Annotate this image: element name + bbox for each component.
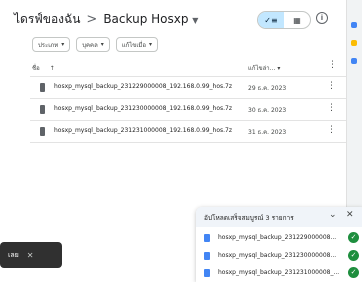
breadcrumb-root[interactable]: ไดรฟ์ของฉัน xyxy=(14,10,80,29)
chevron-down-icon: ▾ xyxy=(61,41,65,48)
more-options-icon[interactable]: ⋮ xyxy=(327,125,336,135)
check-icon: ✓ xyxy=(348,267,359,278)
upload-file-name: hosxp_mysql_backup_231229000008... xyxy=(218,234,337,241)
calendar-icon[interactable] xyxy=(351,22,357,28)
more-options-icon[interactable]: ⋮ xyxy=(327,103,336,113)
breadcrumb: ไดรฟ์ของฉัน > Backup Hosxp ▼ xyxy=(14,10,198,28)
grid-view-button[interactable]: ▦ xyxy=(284,12,310,28)
file-icon xyxy=(40,105,45,114)
upload-panel-title: อัปโหลดเสร็จสมบูรณ์ 3 รายการ xyxy=(204,214,294,222)
sort-arrow-icon[interactable]: ↑ xyxy=(50,65,55,72)
upload-file-name: hosxp_mysql_backup_231230000008... xyxy=(218,252,337,259)
snackbar-text: เลย xyxy=(8,250,19,259)
info-icon[interactable]: i xyxy=(316,12,328,24)
view-toggle: ✓≡ ▦ xyxy=(257,11,311,29)
chevron-down-icon: ▾ xyxy=(277,65,281,72)
list-item[interactable]: hosxp_mysql_backup_231231000008_... ✓ xyxy=(196,264,362,282)
file-name: hosxp_mysql_backup_231229000008_192.168.… xyxy=(54,83,233,90)
list-view-button[interactable]: ✓≡ xyxy=(258,12,284,28)
column-header-modified-label: แก้ไขล่า... xyxy=(248,65,276,72)
column-header-name[interactable]: ชื่อ ↑ xyxy=(32,63,55,73)
file-icon xyxy=(204,269,210,277)
tasks-icon[interactable] xyxy=(351,58,357,64)
file-modified-date: 29 ธ.ค. 2023 xyxy=(248,85,287,92)
filter-chip-label: ประเภท xyxy=(38,41,59,49)
list-item[interactable]: hosxp_mysql_backup_231230000008... ✓ xyxy=(196,247,362,265)
file-list: hosxp_mysql_backup_231229000008_192.168.… xyxy=(30,76,346,143)
filter-chip-modified[interactable]: แก้ไขเมื่อ ▾ xyxy=(115,37,159,52)
close-icon[interactable]: ✕ xyxy=(346,210,354,220)
list-item[interactable]: hosxp_mysql_backup_231229000008... ✓ xyxy=(196,229,362,247)
filter-chip-people[interactable]: บุคคล ▾ xyxy=(76,37,110,52)
breadcrumb-separator-icon: > xyxy=(86,11,98,27)
check-icon: ✓ xyxy=(348,250,359,261)
table-row[interactable]: hosxp_mysql_backup_231229000008_192.168.… xyxy=(30,76,346,98)
grid-view-icon: ▦ xyxy=(293,15,301,25)
list-view-icon: ✓≡ xyxy=(264,15,278,25)
column-header-name-label: ชื่อ xyxy=(32,65,40,72)
column-header-modified[interactable]: แก้ไขล่า... ▾ xyxy=(248,63,280,73)
upload-panel-header: อัปโหลดเสร็จสมบูรณ์ 3 รายการ ⌄ ✕ xyxy=(196,207,362,227)
file-name: hosxp_mysql_backup_231230000008_192.168.… xyxy=(54,105,233,112)
snackbar: เลย ✕ xyxy=(0,242,62,268)
close-icon[interactable]: ✕ xyxy=(27,251,34,260)
file-modified-date: 30 ธ.ค. 2023 xyxy=(248,107,287,114)
table-row[interactable]: hosxp_mysql_backup_231230000008_192.168.… xyxy=(30,98,346,120)
folder-title: Backup Hosxp xyxy=(103,12,189,26)
file-icon xyxy=(40,127,45,136)
filter-chip-type[interactable]: ประเภท ▾ xyxy=(32,37,71,52)
breadcrumb-current-folder[interactable]: Backup Hosxp ▼ xyxy=(103,12,198,26)
filter-chip-label: บุคคล xyxy=(82,41,98,49)
filter-chips: ประเภท ▾ บุคคล ▾ แก้ไขเมื่อ ▾ xyxy=(32,37,159,52)
chevron-down-icon: ▾ xyxy=(149,41,153,48)
table-row[interactable]: hosxp_mysql_backup_231231000008_192.168.… xyxy=(30,120,346,143)
chevron-down-icon: ▾ xyxy=(100,41,104,48)
file-icon xyxy=(204,234,210,242)
check-icon: ✓ xyxy=(348,232,359,243)
keep-icon[interactable] xyxy=(351,40,357,46)
file-modified-date: 31 ธ.ค. 2023 xyxy=(248,129,287,136)
column-options-icon[interactable]: ⋮ xyxy=(328,60,337,70)
file-icon xyxy=(40,83,45,92)
filter-chip-label: แก้ไขเมื่อ xyxy=(121,41,146,49)
chevron-down-icon[interactable]: ⌄ xyxy=(329,210,337,220)
file-icon xyxy=(204,252,210,260)
upload-progress-panel: อัปโหลดเสร็จสมบูรณ์ 3 รายการ ⌄ ✕ hosxp_m… xyxy=(196,207,362,282)
chevron-down-icon: ▼ xyxy=(192,16,199,25)
more-options-icon[interactable]: ⋮ xyxy=(327,81,336,91)
file-name: hosxp_mysql_backup_231231000008_192.168.… xyxy=(54,127,233,134)
